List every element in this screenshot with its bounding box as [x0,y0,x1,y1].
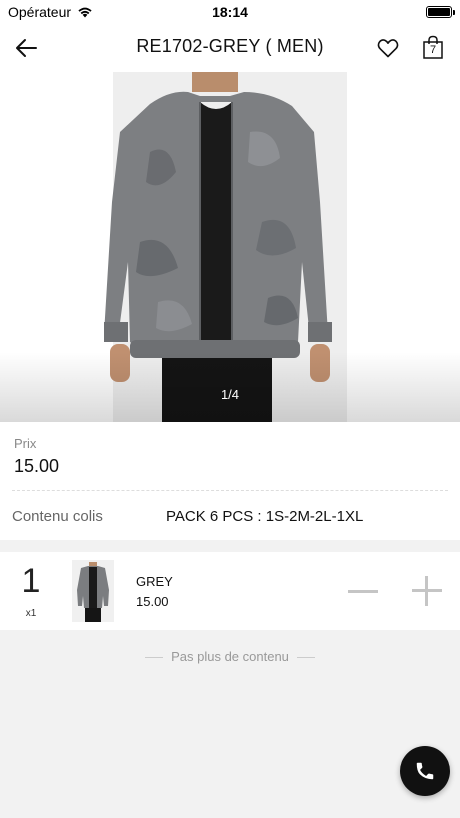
status-bar: Opérateur 18:14 [0,0,460,24]
cart-item-row: 1 x1 GREY 15.00 [0,552,460,630]
item-quantity: 1 [21,562,41,600]
divider-right [296,657,315,659]
page-title: RE1702-GREY ( MEN) [136,36,324,56]
cart-button[interactable]: 7 [422,35,444,60]
contents-label: Contenu colis [12,508,103,525]
favorite-button[interactable] [376,36,400,60]
end-of-content-text: Pas plus de contenu [171,649,289,664]
product-image-gallery[interactable]: 1/4 [0,72,460,422]
cart-count-badge: 7 [429,44,437,56]
image-pager: 1/4 [220,387,240,402]
navigation-bar: RE1702-GREY ( MEN) 7 [0,24,460,72]
back-button[interactable] [14,36,40,60]
battery-icon [426,6,455,18]
phone-icon [416,762,434,780]
item-color: GREY [136,574,173,589]
price-value: 15.00 [14,456,60,476]
item-thumbnail [72,560,114,622]
divider [12,490,448,491]
divider-left [145,657,164,659]
call-button[interactable] [400,746,450,796]
contents-value: PACK 6 PCS : 1S-2M-2L-1XL [166,508,364,525]
price-label: Prix [14,436,37,451]
jacket-thumbnail-image [72,560,114,622]
item-multiplier: x1 [25,608,37,619]
end-of-content-note: Pas plus de contenu [0,649,460,664]
arrow-left-icon [16,39,37,57]
heart-icon [377,39,399,58]
status-time: 18:14 [212,4,248,20]
decrease-quantity-button[interactable] [346,576,380,606]
product-info: Prix 15.00 Contenu colis PACK 6 PCS : 1S… [0,422,460,540]
item-price: 15.00 [136,594,169,609]
increase-quantity-button[interactable] [410,574,444,608]
